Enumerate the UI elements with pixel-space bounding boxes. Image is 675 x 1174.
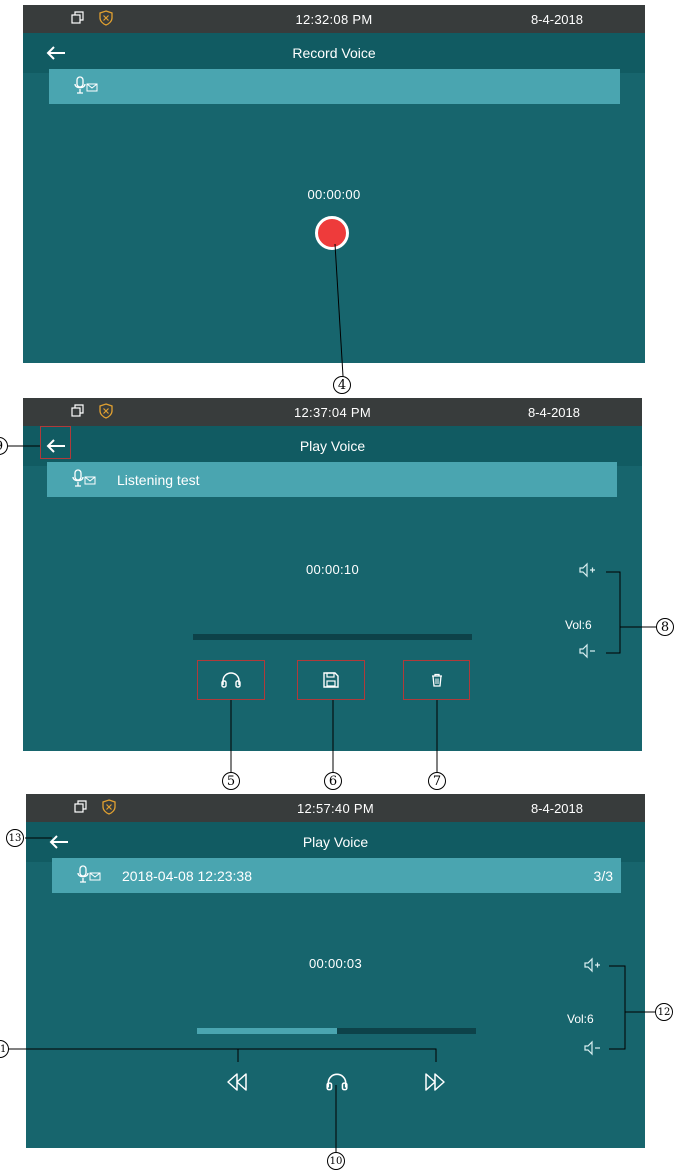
volume-down-icon[interactable] <box>578 643 596 659</box>
file-name: 2018-04-08 12:23:38 <box>122 868 252 884</box>
callout-8: 8 <box>656 618 674 636</box>
voice-message-icon <box>74 76 98 94</box>
file-info-bar: 2018-04-08 12:23:38 3/3 <box>52 858 621 893</box>
callout-6: 6 <box>324 772 342 790</box>
status-date: 8-4-2018 <box>530 12 583 27</box>
delete-button[interactable] <box>403 660 470 700</box>
voice-message-icon <box>77 865 101 883</box>
callout-11: 11 <box>0 1040 9 1058</box>
record-timer: 00:00:00 <box>307 187 361 202</box>
volume-up-icon[interactable] <box>583 957 601 973</box>
save-button[interactable] <box>297 660 365 700</box>
listen-button[interactable] <box>197 660 265 700</box>
callout-10: 10 <box>327 1152 345 1170</box>
volume-up-icon[interactable] <box>578 562 596 578</box>
file-info-bar: Listening test <box>47 462 617 497</box>
status-bar: 12:32:08 PM 8-4-2018 <box>23 5 645 33</box>
callout-13: 13 <box>6 829 24 847</box>
callout-5: 5 <box>222 772 240 790</box>
title-bar: Play Voice <box>23 426 642 466</box>
headphones-icon <box>221 672 241 688</box>
playback-timer: 00:00:03 <box>308 956 362 971</box>
voice-message-icon <box>72 469 96 487</box>
status-bar: 12:57:40 PM 8-4-2018 <box>26 794 645 822</box>
title-bar: Record Voice <box>23 33 645 73</box>
volume-level: Vol:6 <box>565 618 592 632</box>
record-button[interactable] <box>315 216 349 250</box>
playback-timer: 00:00:10 <box>305 562 359 577</box>
fast-forward-icon[interactable] <box>423 1072 447 1092</box>
floppy-disk-icon <box>323 672 339 688</box>
volume-level: Vol:6 <box>567 1012 594 1026</box>
playback-progress-bar[interactable] <box>197 1028 476 1034</box>
callout-9: 9 <box>0 437 8 455</box>
record-voice-screen: 12:32:08 PM 8-4-2018 Record Voice 00:00:… <box>23 5 645 363</box>
progress-fill <box>197 1028 337 1034</box>
file-count: 3/3 <box>593 868 613 884</box>
rewind-icon[interactable] <box>225 1072 249 1092</box>
callout-7: 7 <box>428 772 446 790</box>
status-date: 8-4-2018 <box>530 801 583 816</box>
headphones-icon[interactable] <box>325 1072 349 1092</box>
volume-down-icon[interactable] <box>583 1040 601 1056</box>
page-title: Play Voice <box>302 834 369 850</box>
file-name: Listening test <box>117 472 200 488</box>
callout-4: 4 <box>333 376 351 394</box>
page-title: Play Voice <box>299 438 366 454</box>
status-bar: 12:37:04 PM 8-4-2018 <box>23 398 642 426</box>
page-title: Record Voice <box>292 45 376 61</box>
status-date: 8-4-2018 <box>527 405 580 420</box>
title-bar: Play Voice <box>26 822 645 862</box>
callout-12: 12 <box>655 1003 673 1021</box>
file-info-bar <box>49 69 620 104</box>
trash-icon <box>431 673 442 687</box>
play-voice-list-screen: 12:57:40 PM 8-4-2018 Play Voice 2018-04-… <box>26 794 645 1148</box>
play-voice-screen: 12:37:04 PM 8-4-2018 Play Voice Listenin… <box>23 398 642 751</box>
playback-progress-bar[interactable] <box>193 634 472 640</box>
